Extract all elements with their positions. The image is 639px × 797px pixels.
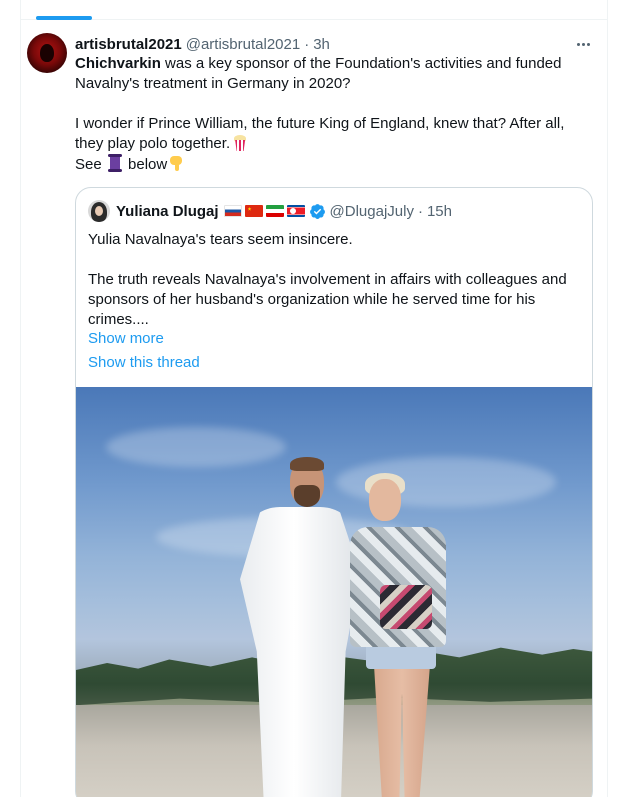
see-suffix: below bbox=[123, 156, 168, 173]
quoted-separator-dot: · bbox=[417, 202, 423, 220]
quoted-display-name[interactable]: Yuliana Dlugaj bbox=[116, 203, 219, 220]
flag-russia-icon bbox=[223, 205, 242, 217]
quoted-avatar[interactable] bbox=[88, 200, 110, 222]
paragraph-2-text: I wonder if Prince William, the future K… bbox=[75, 115, 565, 152]
show-this-thread-link[interactable]: Show this thread bbox=[88, 353, 200, 373]
quoted-paragraph-gap bbox=[88, 250, 582, 270]
photo-cloud bbox=[106, 427, 286, 467]
previous-tweet-edge bbox=[20, 0, 608, 20]
quoted-text: Yulia Navalnaya's tears seem insincere. … bbox=[88, 230, 582, 330]
quoted-header: Yuliana Dlugaj @DlugajJuly · 15h bbox=[116, 200, 452, 222]
tweet[interactable]: artisbrutal2021 @artisbrutal2021 · 3h Ch… bbox=[20, 20, 608, 797]
quoted-paragraph-1: Yulia Navalnaya's tears seem insincere. bbox=[88, 231, 353, 248]
tweet-paragraph-3: See below bbox=[75, 154, 595, 175]
tweet-header: artisbrutal2021 @artisbrutal2021 · 3h bbox=[75, 34, 330, 54]
pointing-down-emoji bbox=[168, 155, 184, 172]
tweet-paragraph-1: Chichvarkin was a key sponsor of the Fou… bbox=[75, 54, 595, 94]
popcorn-emoji bbox=[232, 134, 248, 151]
show-more-link[interactable]: Show more bbox=[88, 329, 164, 349]
see-prefix: See bbox=[75, 156, 106, 173]
timestamp[interactable]: 3h bbox=[313, 36, 330, 53]
tweet-paragraph-2: I wonder if Prince William, the future K… bbox=[75, 114, 595, 154]
photo-jacket-pattern bbox=[380, 585, 432, 629]
avatar-silhouette bbox=[40, 44, 54, 62]
verified-badge-icon bbox=[309, 203, 325, 219]
flag-china-icon bbox=[244, 205, 263, 217]
quoted-photo[interactable] bbox=[76, 387, 592, 797]
avatar[interactable] bbox=[27, 33, 67, 73]
photo-man-beard bbox=[294, 485, 320, 507]
photo-woman-head bbox=[369, 479, 401, 521]
flag-emojis bbox=[223, 205, 305, 217]
photo-man-hair bbox=[290, 457, 324, 471]
flag-iran-icon bbox=[265, 205, 284, 217]
user-handle[interactable]: @artisbrutal2021 bbox=[186, 36, 300, 53]
flag-north-korea-icon bbox=[286, 205, 305, 217]
tweet-text: Chichvarkin was a key sponsor of the Fou… bbox=[75, 54, 595, 175]
quoted-handle[interactable]: @DlugajJuly bbox=[330, 203, 414, 220]
display-name[interactable]: artisbrutal2021 bbox=[75, 36, 182, 53]
quoted-tweet[interactable]: Yuliana Dlugaj @DlugajJuly · 15h Yulia N… bbox=[75, 187, 593, 797]
more-options-icon[interactable] bbox=[573, 34, 593, 54]
scroll-emoji bbox=[107, 154, 122, 172]
separator-dot: · bbox=[304, 35, 310, 53]
bold-lead: Chichvarkin bbox=[75, 55, 161, 72]
quoted-timestamp[interactable]: 15h bbox=[427, 203, 452, 220]
quoted-paragraph-2: The truth reveals Navalnaya's involvemen… bbox=[88, 271, 567, 328]
